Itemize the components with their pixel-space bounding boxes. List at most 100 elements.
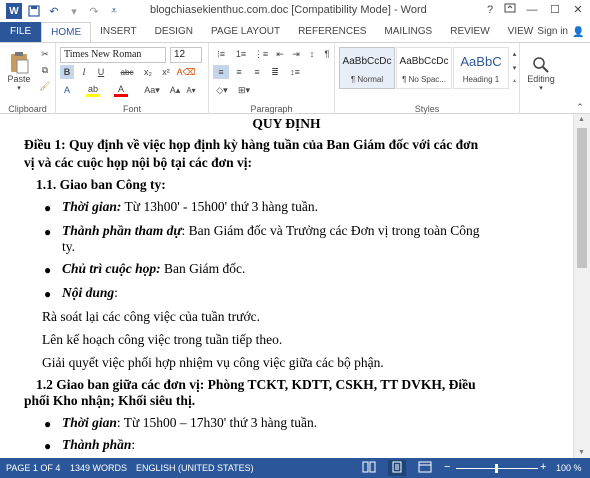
- style-heading-1[interactable]: AaBbC Heading 1: [453, 47, 509, 89]
- editing-button[interactable]: Editing ▾: [524, 49, 558, 99]
- collapse-ribbon-icon[interactable]: ⌃: [574, 101, 586, 113]
- paragraph-label: Paragraph: [250, 104, 293, 114]
- undo-icon[interactable]: ↶: [46, 3, 62, 19]
- language-status[interactable]: ENGLISH (UNITED STATES): [136, 463, 254, 473]
- style-heading-1-name: Heading 1: [462, 75, 500, 84]
- scroll-up-icon[interactable]: ▲: [578, 116, 585, 123]
- scroll-down-icon[interactable]: ▼: [578, 449, 585, 456]
- increase-indent-icon[interactable]: ⇥: [289, 47, 303, 61]
- style-no-spacing-sample: AaBbCcDc: [399, 56, 449, 67]
- redo-icon[interactable]: ↷: [86, 3, 102, 19]
- help-button[interactable]: ?: [480, 2, 500, 18]
- tab-home[interactable]: HOME: [41, 22, 92, 42]
- align-right-icon[interactable]: ≡: [249, 65, 265, 79]
- customize-qa-icon[interactable]: ⩡: [106, 3, 122, 19]
- tab-view[interactable]: VIEW: [499, 22, 543, 42]
- paste-button[interactable]: Paste ▾: [4, 47, 34, 95]
- tab-design[interactable]: DESIGN: [146, 22, 202, 42]
- borders-icon[interactable]: ⊞▾: [235, 83, 253, 97]
- scroll-thumb[interactable]: [577, 128, 587, 268]
- grow-font-icon[interactable]: A▴: [168, 83, 182, 97]
- bullet-thanh-phan-2: Thành phần:: [62, 437, 136, 452]
- content-para-2: Lên kế hoạch công việc trong tuần tiếp t…: [42, 332, 283, 347]
- shading-icon[interactable]: ◇▾: [213, 83, 231, 97]
- user-icon[interactable]: 👤: [572, 27, 584, 38]
- style-no-spacing-name: ¶ No Spac...: [402, 75, 446, 84]
- sign-in-link[interactable]: Sign in: [537, 26, 568, 37]
- multilevel-list-icon[interactable]: ⋮≡: [253, 47, 269, 61]
- chevron-down-icon: ▾: [17, 85, 21, 92]
- underline-button[interactable]: U: [94, 65, 108, 79]
- styles-down-icon[interactable]: ▾: [510, 61, 519, 75]
- clipboard-label: Clipboard: [8, 104, 47, 114]
- close-button[interactable]: ✕: [568, 2, 588, 18]
- shrink-font-icon[interactable]: A▾: [184, 83, 198, 97]
- tab-review[interactable]: REVIEW: [441, 22, 498, 42]
- font-size-box[interactable]: 12: [170, 47, 202, 63]
- style-normal[interactable]: AaBbCcDc ¶ Normal: [339, 47, 395, 89]
- superscript-button[interactable]: x²: [158, 65, 174, 79]
- font-group: Times New Roman 12 B I U abc x₂ x² A⌫ A …: [56, 43, 209, 115]
- tab-page-layout[interactable]: PAGE LAYOUT: [202, 22, 289, 42]
- show-marks-icon[interactable]: ¶: [321, 47, 333, 61]
- zoom-slider-thumb[interactable]: [495, 464, 498, 473]
- zoom-out-icon[interactable]: −: [444, 461, 450, 473]
- dieu1-line1: Điều 1: Quy định về việc họp định kỳ hàn…: [24, 137, 479, 152]
- bullet-icon: ●: [44, 439, 52, 453]
- ribbon-display-button[interactable]: [500, 2, 520, 18]
- tab-mailings[interactable]: MAILINGS: [375, 22, 441, 42]
- document-page[interactable]: QUY ĐỊNH Điều 1: Quy định về việc họp đị…: [0, 114, 573, 458]
- paragraph-group: ⁝≡ 1≡ ⋮≡ ⇤ ⇥ ↕ ¶ ≡ ≡ ≡ ≣ ↕≡ ◇▾ ⊞▾ Paragr…: [209, 43, 335, 115]
- change-case-icon[interactable]: Aa▾: [142, 83, 162, 97]
- decrease-indent-icon[interactable]: ⇤: [273, 47, 287, 61]
- align-center-icon[interactable]: ≡: [231, 65, 247, 79]
- bullet-thoi-gian-2: Thời gian: Từ 15h00 – 17h30' thứ 3 hàng …: [62, 415, 318, 430]
- tab-references[interactable]: REFERENCES: [289, 22, 375, 42]
- bullets-icon[interactable]: ⁝≡: [213, 47, 229, 61]
- styles-up-icon[interactable]: ▴: [510, 47, 519, 61]
- vertical-scrollbar[interactable]: ▲ ▼: [573, 114, 590, 458]
- style-no-spacing[interactable]: AaBbCcDc ¶ No Spac...: [396, 47, 452, 89]
- dropdown-icon[interactable]: ▾: [66, 3, 82, 19]
- justify-icon[interactable]: ≣: [267, 65, 283, 79]
- save-icon[interactable]: [26, 3, 42, 19]
- tab-insert[interactable]: INSERT: [91, 22, 146, 42]
- style-normal-sample: AaBbCcDc: [342, 56, 392, 67]
- word-logo-icon: W: [6, 3, 22, 19]
- align-left-icon[interactable]: ≡: [213, 65, 229, 79]
- line-spacing-icon[interactable]: ↕≡: [287, 65, 303, 79]
- clear-format-icon[interactable]: A⌫: [176, 65, 196, 79]
- page-count[interactable]: PAGE 1 OF 4: [6, 463, 60, 473]
- zoom-in-icon[interactable]: +: [540, 461, 546, 473]
- bullet-icon: ●: [44, 287, 52, 301]
- word-count[interactable]: 1349 WORDS: [70, 463, 127, 473]
- font-label: Font: [122, 104, 141, 114]
- highlight-icon[interactable]: ab: [86, 83, 100, 97]
- print-layout-icon[interactable]: [388, 460, 406, 476]
- doc-title: QUY ĐỊNH: [252, 116, 321, 131]
- zoom-level[interactable]: 100 %: [556, 463, 582, 473]
- read-mode-icon[interactable]: [362, 461, 376, 475]
- numbering-icon[interactable]: 1≡: [233, 47, 249, 61]
- ribbon: Paste ▾ ✂ ⧉ 🖌 Clipboard Times New Roman …: [0, 42, 590, 115]
- sort-icon[interactable]: ↕: [305, 47, 319, 61]
- strikethrough-button[interactable]: abc: [116, 65, 138, 79]
- content-para-3: Giải quyết việc phối hợp nhiệm vụ công v…: [42, 355, 384, 370]
- subscript-button[interactable]: x₂: [140, 65, 156, 79]
- font-name-box[interactable]: Times New Roman: [60, 47, 166, 63]
- minimize-button[interactable]: —: [522, 2, 542, 18]
- font-color-icon[interactable]: A: [114, 83, 128, 97]
- text-effects-icon[interactable]: A: [60, 83, 74, 97]
- restore-button[interactable]: ☐: [545, 2, 565, 18]
- tab-file[interactable]: FILE: [0, 22, 42, 42]
- format-painter-icon[interactable]: 🖌: [38, 79, 52, 93]
- paste-label: Paste: [7, 74, 31, 84]
- copy-icon[interactable]: ⧉: [38, 63, 52, 77]
- editing-label: Editing: [527, 74, 555, 84]
- bold-button[interactable]: B: [60, 65, 74, 79]
- italic-button[interactable]: I: [77, 65, 91, 79]
- cut-icon[interactable]: ✂: [38, 47, 52, 61]
- web-layout-icon[interactable]: [418, 461, 432, 475]
- styles-label: Styles: [414, 104, 440, 114]
- styles-more-icon[interactable]: ⩡: [510, 75, 519, 89]
